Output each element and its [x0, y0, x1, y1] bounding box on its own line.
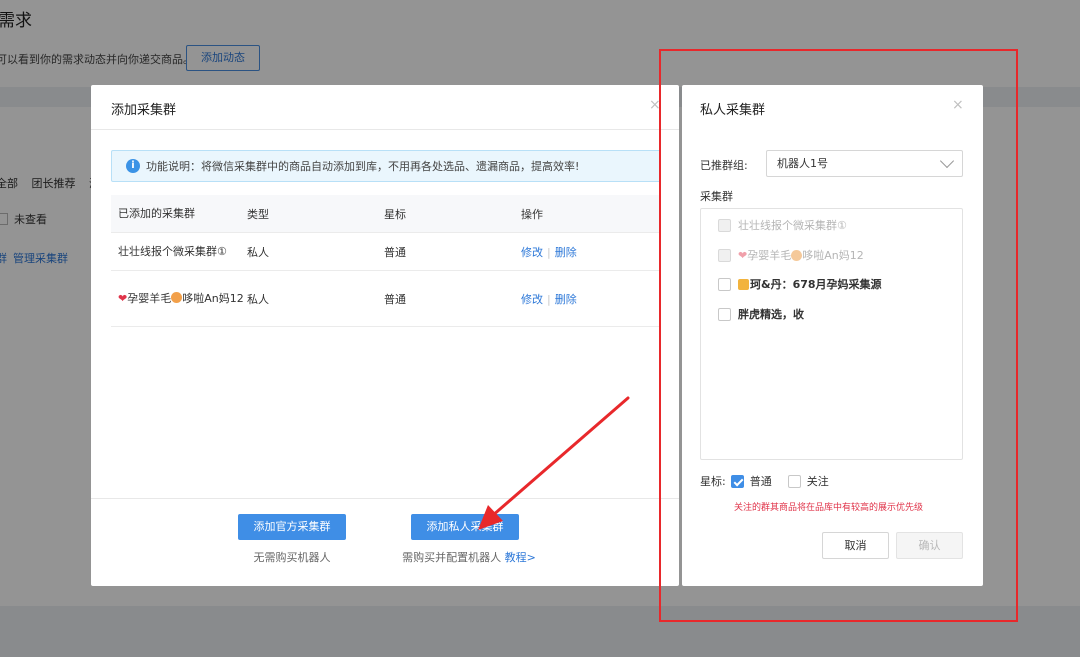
group-name-part: 孕婴羊毛: [127, 291, 172, 305]
column-header-name: 已添加的采集群: [118, 206, 195, 220]
group-star: 普通: [384, 292, 406, 306]
official-subtext: 无需购买机器人: [253, 551, 331, 564]
private-subtext-label: 需购买并配置机器人: [402, 551, 502, 564]
add-private-group-button[interactable]: 添加私人采集群: [411, 514, 519, 540]
modal-title: 添加采集群: [111, 103, 177, 118]
table-header: 已添加的采集群 类型 星标 操作: [111, 195, 661, 233]
table-row: 壮壮线报个微采集群① 私人 普通 修改 | 删除: [111, 233, 661, 271]
row-actions: 修改 | 删除: [521, 292, 577, 306]
footer-divider: [91, 498, 679, 499]
group-name-part: 哆啦An妈12: [182, 291, 244, 305]
feature-notice: i 功能说明：将微信采集群中的商品自动添加到库，不用再各处选品、遗漏商品，提高效…: [111, 150, 661, 182]
add-official-group-button[interactable]: 添加官方采集群: [238, 514, 346, 540]
tutorial-link[interactable]: 教程>: [505, 551, 536, 564]
edit-link[interactable]: 修改: [521, 293, 543, 306]
edit-link[interactable]: 修改: [521, 246, 543, 259]
info-icon: i: [126, 159, 140, 173]
delete-link[interactable]: 删除: [555, 293, 577, 306]
delete-link[interactable]: 删除: [555, 246, 577, 259]
heart-icon: ❤: [118, 291, 128, 305]
table-row: ❤孕婴羊毛 哆啦An妈12 私人 普通 修改 | 删除: [111, 271, 661, 327]
annotation-highlight-box: [659, 49, 1018, 622]
group-name: ❤孕婴羊毛 哆啦An妈12: [111, 291, 247, 307]
modal-header: 添加采集群 ×: [91, 85, 679, 130]
peach-icon: [171, 291, 183, 303]
group-star: 普通: [384, 245, 406, 259]
row-actions: 修改 | 删除: [521, 245, 577, 259]
group-type: 私人: [247, 292, 269, 306]
column-header-action: 操作: [521, 207, 543, 221]
add-collect-group-modal: 添加采集群 × i 功能说明：将微信采集群中的商品自动添加到库，不用再各处选品、…: [91, 85, 679, 586]
group-type: 私人: [247, 245, 269, 259]
group-name: 壮壮线报个微采集群①: [118, 244, 227, 258]
private-subtext: 需购买并配置机器人 教程>: [379, 549, 559, 565]
column-header-star: 星标: [384, 207, 406, 221]
added-groups-table: 已添加的采集群 类型 星标 操作 壮壮线报个微采集群① 私人 普通 修改 | 删除 …: [111, 195, 661, 327]
column-header-type: 类型: [247, 207, 269, 221]
notice-text: 功能说明：将微信采集群中的商品自动添加到库，不用再各处选品、遗漏商品，提高效率!: [146, 160, 580, 173]
